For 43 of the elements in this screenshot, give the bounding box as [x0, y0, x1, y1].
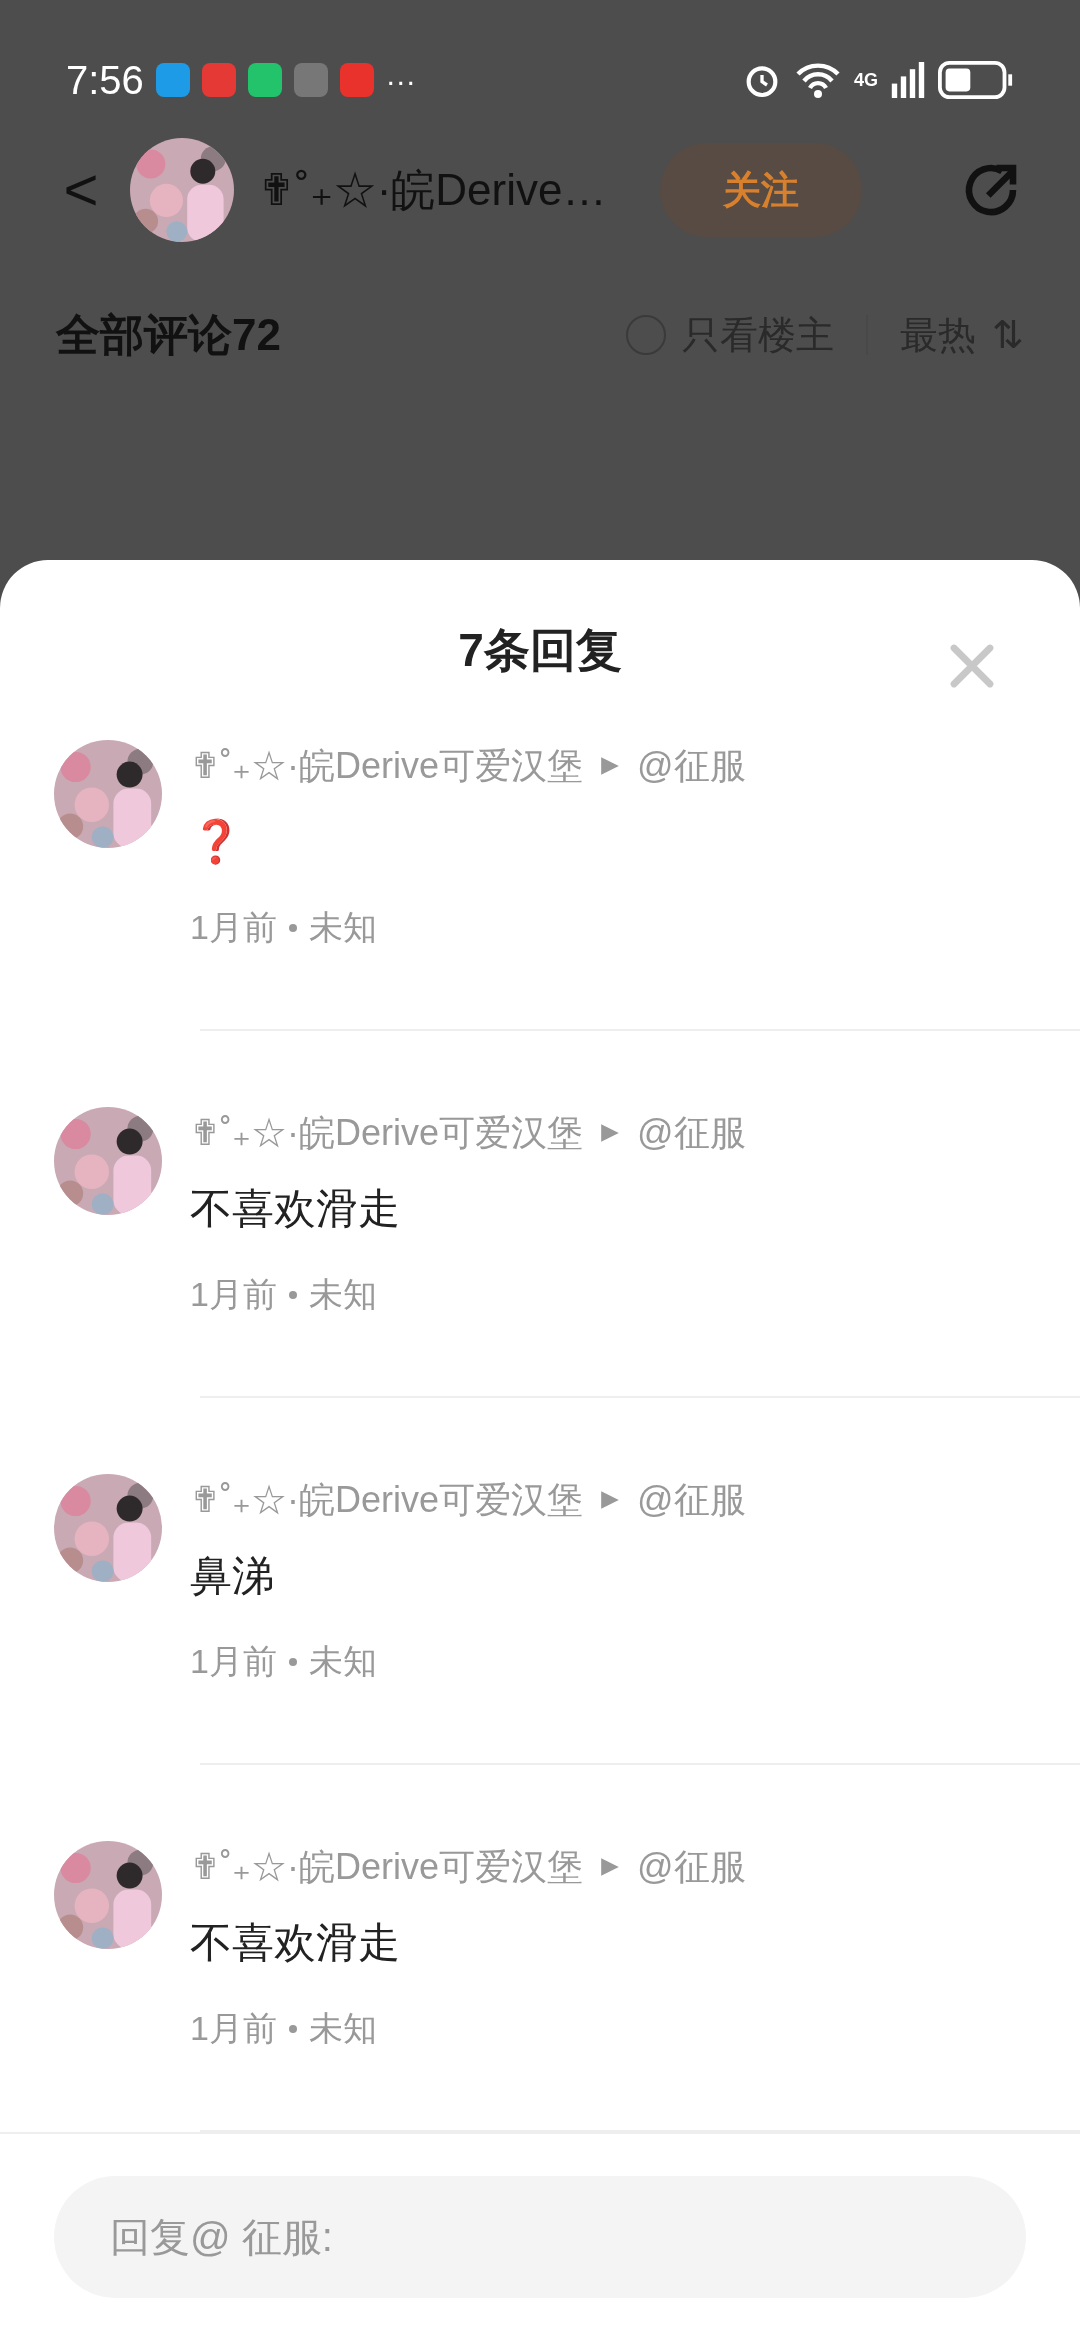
reply-author[interactable]: ✟˚₊☆·皖Derive可爱汉堡 — [190, 1840, 583, 1894]
reply-time: 1月前 — [190, 2008, 277, 2049]
comments-title: 全部评论72 — [56, 309, 281, 361]
reply-target[interactable]: @征服 — [637, 1473, 746, 1527]
reply-arrow-icon — [599, 1122, 621, 1144]
reply-input[interactable]: 回复@ 征服: — [54, 2176, 1026, 2298]
battery-icon — [938, 61, 1014, 99]
app-icon — [339, 63, 374, 97]
status-time: 7:56 — [66, 57, 144, 104]
reply-target[interactable]: @征服 — [637, 740, 746, 793]
reply-author[interactable]: ✟˚₊☆·皖Derive可爱汉堡 — [190, 1106, 583, 1160]
reply-location: 未知 — [308, 1274, 377, 1315]
more-notifications: ··· — [385, 62, 416, 99]
wifi-icon — [794, 60, 842, 100]
reply-location: 未知 — [308, 907, 377, 948]
signal-icon — [890, 62, 926, 98]
reply-arrow-icon — [599, 1856, 621, 1878]
sheet-title: 7条回复 — [458, 622, 622, 678]
app-icon — [293, 63, 328, 97]
app-icon — [247, 63, 282, 97]
reply-target[interactable]: @征服 — [637, 1106, 746, 1160]
reply-time: 1月前 — [190, 1274, 277, 1315]
reply-arrow-icon — [599, 755, 621, 777]
follow-button[interactable]: 关注 — [660, 143, 862, 237]
reply-time: 1月前 — [190, 907, 277, 948]
close-icon[interactable] — [948, 642, 996, 690]
reply-text: 不喜欢滑走 — [190, 1918, 401, 1968]
reply-arrow-icon — [599, 1489, 621, 1511]
reply-author[interactable]: ✟˚₊☆·皖Derive可爱汉堡 — [190, 740, 583, 793]
app-icon — [201, 63, 236, 97]
app-icon — [155, 63, 190, 97]
network-type: 4G — [854, 68, 878, 92]
reply-location: 未知 — [308, 2008, 377, 2049]
sort-icon[interactable]: ⇅ — [992, 306, 1024, 364]
reply-time: 1月前 — [190, 1641, 277, 1682]
reply-author[interactable]: ✟˚₊☆·皖Derive可爱汉堡 — [190, 1473, 583, 1527]
reply-location: 未知 — [308, 1641, 377, 1682]
reply-text: 鼻涕 — [190, 1551, 275, 1601]
back-button[interactable]: < — [56, 160, 106, 220]
author-name: ✟˚₊☆·皖Derive… — [258, 164, 608, 216]
reply-text: 不喜欢滑走 — [190, 1184, 401, 1234]
reply-target[interactable]: @征服 — [637, 1840, 746, 1894]
reply-text: ❓ — [190, 817, 243, 867]
